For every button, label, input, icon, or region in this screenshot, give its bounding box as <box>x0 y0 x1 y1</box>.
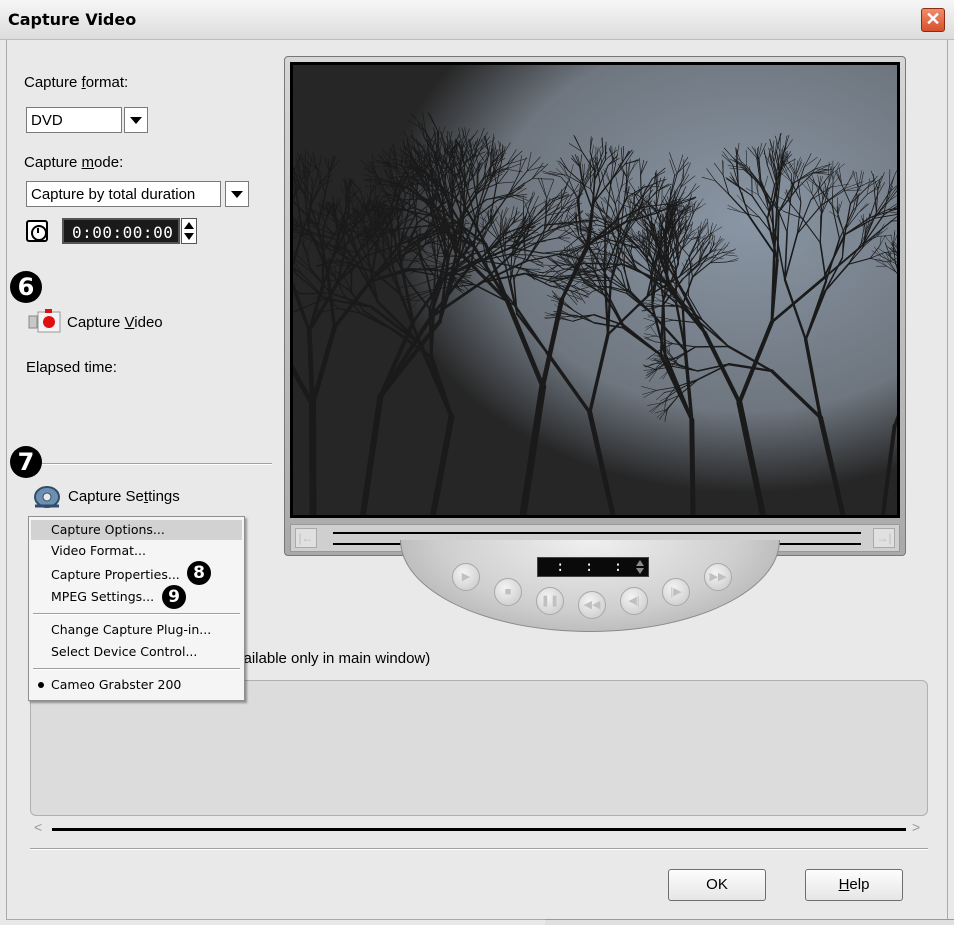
callout-8: 8 <box>187 561 211 585</box>
menu-separator <box>33 613 240 615</box>
callout-9: 9 <box>162 585 186 609</box>
duration-value: 0:00:00:00 <box>72 223 174 242</box>
tree-branches-image <box>293 65 897 515</box>
elapsed-time-label: Elapsed time: <box>26 359 117 376</box>
window-title: Capture Video <box>8 10 137 29</box>
capture-mode-value: Capture by total duration <box>31 186 196 203</box>
capture-source-note: vailable only in main window) <box>236 650 431 667</box>
separator <box>30 848 928 850</box>
capture-settings-button[interactable]: Capture Settings <box>68 488 180 505</box>
callout-7: 7 <box>10 446 42 478</box>
capture-mode-dropdown[interactable]: Capture by total duration <box>26 181 249 207</box>
scrollbar-track[interactable] <box>52 828 906 831</box>
capture-mode-label: Capture mode: <box>24 154 124 171</box>
separator <box>26 463 272 465</box>
bottom-edge <box>545 919 954 925</box>
scroll-right-icon[interactable]: > <box>912 819 920 835</box>
capture-format-dropdown[interactable]: DVD <box>26 107 148 133</box>
timecode-spinner-icon[interactable] <box>634 559 646 575</box>
menu-item-change-capture-plugin[interactable]: Change Capture Plug-in... <box>31 620 242 640</box>
ok-button[interactable]: OK <box>668 869 766 901</box>
horizontal-scrollbar[interactable]: < > <box>30 818 928 840</box>
close-button[interactable]: ✕ <box>921 8 945 32</box>
duration-field[interactable]: 0:00:00:00 <box>62 218 180 244</box>
chevron-down-icon[interactable] <box>225 181 249 207</box>
menu-item-mpeg-settings[interactable]: MPEG Settings... <box>31 587 242 607</box>
radio-bullet-icon <box>38 682 44 688</box>
capture-format-value: DVD <box>31 112 63 129</box>
capture-settings-menu: Capture Options... Video Format... Captu… <box>28 516 245 701</box>
play-button[interactable]: ▶ <box>452 563 480 591</box>
clock-icon[interactable] <box>26 220 48 242</box>
video-camera-record-icon[interactable] <box>28 309 62 335</box>
preview-timecode: : : : <box>537 557 649 577</box>
capture-settings-icon[interactable] <box>32 482 62 510</box>
menu-item-cameo-grabster[interactable]: Cameo Grabster 200 <box>31 675 242 695</box>
menu-item-video-format[interactable]: Video Format... <box>31 541 242 561</box>
menu-item-select-device-control[interactable]: Select Device Control... <box>31 642 242 662</box>
mark-out-icon[interactable]: →| <box>873 528 895 548</box>
help-button[interactable]: Help <box>805 869 903 901</box>
previous-frame-button[interactable]: ◀| <box>620 587 648 615</box>
mark-in-icon[interactable]: |← <box>295 528 317 548</box>
next-frame-button[interactable]: |▶ <box>662 578 690 606</box>
stop-button[interactable]: ■ <box>494 578 522 606</box>
chevron-down-icon[interactable] <box>124 107 148 133</box>
capture-video-button[interactable]: Capture Video <box>67 314 163 331</box>
duration-spinner[interactable] <box>181 218 197 244</box>
preview-timecode-value: : : : <box>556 559 629 575</box>
capture-video-dialog: Capture Video ✕ Capture format: DVD Capt… <box>0 0 954 925</box>
menu-item-label: Cameo Grabster 200 <box>51 677 182 692</box>
title-bar[interactable]: Capture Video ✕ <box>0 0 954 40</box>
pause-button[interactable]: ❚❚ <box>536 587 564 615</box>
rewind-button[interactable]: ◀◀ <box>578 591 606 619</box>
video-preview <box>290 62 900 518</box>
duration-timer: 0:00:00:00 <box>26 218 198 246</box>
fast-forward-button[interactable]: ▶▶ <box>704 563 732 591</box>
scroll-left-icon[interactable]: < <box>34 819 42 835</box>
scrubber-track[interactable] <box>333 532 861 534</box>
capture-format-label: Capture format: <box>24 74 129 91</box>
menu-separator <box>33 668 240 670</box>
callout-6: 6 <box>10 271 42 303</box>
menu-item-capture-options[interactable]: Capture Options... <box>31 520 242 540</box>
